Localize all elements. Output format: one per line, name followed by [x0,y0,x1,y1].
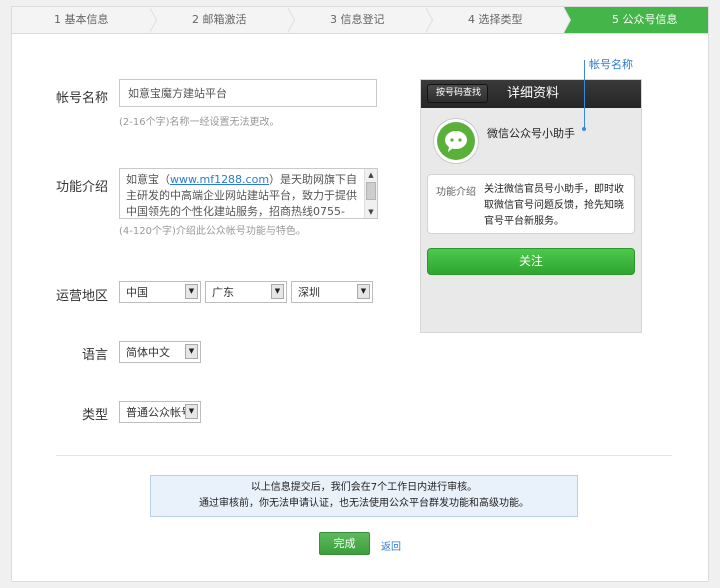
description-tip: (4-120个字)介绍此公众帐号功能与特色。 [119,226,306,237]
description-textarea[interactable]: 如意宝（www.mf1288.com）是天助网旗下自主研发的中高端企业网站建站平… [119,168,378,219]
step-progress-bar: 1 基本信息 2 邮箱激活 3 信息登记 4 选择类型 5 公众号信息 [11,6,709,34]
preview-desc-text: 关注微信官员号小助手，即时收取微信官号问题反馈，抢先知晓官号平台新服务。 [484,184,624,227]
description-scrollbar[interactable]: ▲ ▼ [364,169,377,218]
notice-line-2: 通过审核前，你无法申请认证，也无法使用公众平台群发功能和高级功能。 [199,498,529,509]
annotation-dot [582,127,586,131]
city-value: 深圳 [298,286,320,299]
notice-line-1: 以上信息提交后，我们会在7个工作日内进行审核。 [250,482,478,493]
type-label: 类型 [81,408,108,423]
step-account-info: 5 公众号信息 [564,7,708,33]
annotation-line [584,60,585,128]
city-select[interactable]: 深圳 ▼ [291,281,373,303]
description-text-prefix: 如意宝（ [126,173,170,186]
wechat-logo-icon [437,122,475,160]
preview-title: 详细资料 [507,86,560,101]
preview-account-name: 微信公众号小助手 [487,127,575,140]
scroll-down-icon[interactable]: ▼ [365,206,377,218]
back-link[interactable]: 返回 [381,538,401,553]
chevron-down-icon: ▼ [185,284,198,299]
step-email-activation: 2 邮箱激活 [150,7,295,33]
language-select[interactable]: 简体中文 ▼ [119,341,201,363]
preview-follow-button: 关注 [427,248,635,275]
province-value: 广东 [212,286,234,299]
chevron-down-icon: ▼ [185,344,198,359]
preview-desc-label: 功能介绍 [436,187,476,198]
account-name-input[interactable]: 如意宝魔方建站平台 [119,79,377,107]
chevron-down-icon: ▼ [271,284,284,299]
step-select-type: 4 选择类型 [426,7,571,33]
country-value: 中国 [126,286,148,299]
scroll-thumb[interactable] [366,182,376,200]
divider [56,455,672,456]
review-notice: 以上信息提交后，我们会在7个工作日内进行审核。 通过审核前，你无法申请认证，也无… [150,475,578,517]
type-value: 普通公众帐号 [126,406,192,419]
description-link[interactable]: www.mf1288.com [170,173,269,186]
avatar [433,118,479,164]
description-label: 功能介绍 [55,180,108,195]
main-panel: 帐号名称 如意宝魔方建站平台 (2-16个字)名称一经设置无法更改。 功能介绍 … [11,34,709,582]
profile-preview: 按号码查找 详细资料 微信公众号小助手 功能介绍 关注微信官员号小助手，即时收取… [420,79,642,333]
preview-back-button: 按号码查找 [427,84,489,103]
region-label: 运营地区 [55,289,108,304]
preview-header: 按号码查找 详细资料 [421,80,641,108]
language-value: 简体中文 [126,346,170,359]
type-select[interactable]: 普通公众帐号 ▼ [119,401,201,423]
chevron-down-icon: ▼ [185,404,198,419]
preview-description-card: 功能介绍 关注微信官员号小助手，即时收取微信官号问题反馈，抢先知晓官号平台新服务… [427,174,635,234]
province-select[interactable]: 广东 ▼ [205,281,287,303]
step-info-registration: 3 信息登记 [288,7,433,33]
language-label: 语言 [81,348,108,363]
scroll-up-icon[interactable]: ▲ [365,169,377,181]
account-name-tip: (2-16个字)名称一经设置无法更改。 [119,117,280,128]
annotation-label: 帐号名称 [589,58,633,71]
step-basic-info: 1 基本信息 [12,7,157,33]
country-select[interactable]: 中国 ▼ [119,281,201,303]
account-name-label: 帐号名称 [55,91,108,106]
done-button[interactable]: 完成 [319,532,370,555]
chevron-down-icon: ▼ [357,284,370,299]
